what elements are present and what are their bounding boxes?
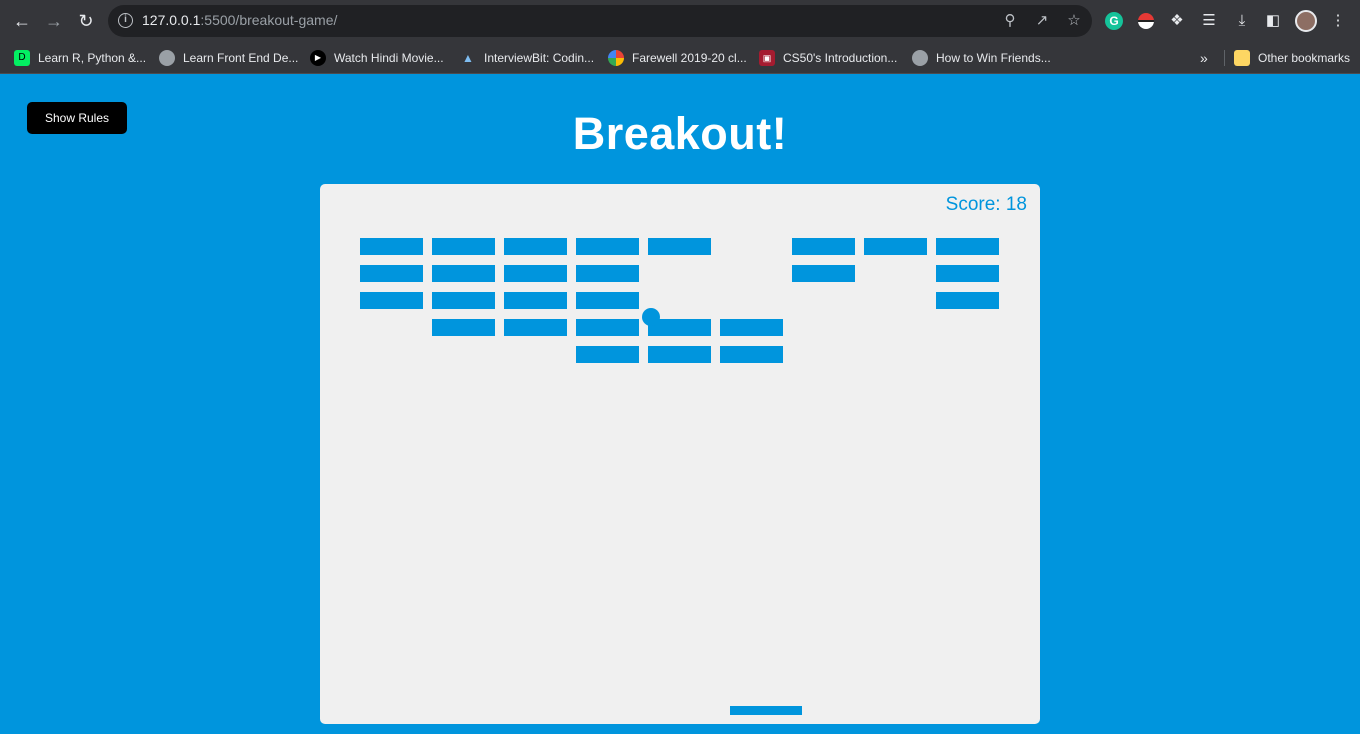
pokeball-extension-icon[interactable] [1138, 13, 1154, 29]
zoom-icon[interactable]: ⚲ [1000, 11, 1020, 31]
extensions-puzzle-icon[interactable]: ❖ [1166, 10, 1188, 32]
brick [360, 265, 423, 282]
brick [936, 265, 999, 282]
bookmark-item[interactable]: ▣ CS50's Introduction... [759, 48, 897, 68]
ball [642, 308, 660, 326]
brick [576, 319, 639, 336]
reload-icon[interactable]: ↻ [74, 9, 98, 33]
globe-icon [159, 50, 175, 66]
brick [576, 238, 639, 255]
other-bookmarks[interactable]: Other bookmarks [1234, 48, 1350, 68]
menu-kebab-icon[interactable]: ⋮ [1327, 10, 1349, 32]
media-queue-icon[interactable]: ☰ [1198, 10, 1220, 32]
score-display: Score: 18 [945, 194, 1027, 215]
bookmark-label: CS50's Introduction... [783, 51, 898, 65]
bookmark-item[interactable]: ▲ InterviewBit: Codin... [460, 48, 594, 68]
bookmark-label: Learn R, Python &... [38, 51, 147, 65]
brick [504, 265, 567, 282]
other-bookmarks-label: Other bookmarks [1258, 51, 1351, 65]
bookmark-item[interactable]: ▶ Watch Hindi Movie... [310, 48, 444, 68]
brick [648, 346, 711, 363]
bookmark-item[interactable]: Farewell 2019-20 cl... [608, 48, 747, 68]
brick [936, 292, 999, 309]
play-icon: ▶ [310, 50, 326, 66]
bookmark-label: Learn Front End De... [183, 51, 299, 65]
more-bookmarks-chevron-icon[interactable]: » [1200, 50, 1208, 66]
bookmark-item[interactable]: D Learn R, Python &... [14, 48, 146, 68]
brick [360, 292, 423, 309]
brick [648, 238, 711, 255]
datacamp-icon: D [14, 50, 30, 66]
brick [432, 292, 495, 309]
address-bar[interactable]: i 127.0.0.1:5500/breakout-game/ ⚲ ↗ ☆ [108, 5, 1092, 37]
brick [360, 238, 423, 255]
brick [576, 292, 639, 309]
bookmarks-bar: D Learn R, Python &... Learn Front End De… [0, 42, 1360, 74]
paddle[interactable] [730, 706, 802, 715]
game-canvas[interactable]: Score: 18 [320, 184, 1040, 724]
bookmark-label: InterviewBit: Codin... [484, 51, 595, 65]
brick [720, 319, 783, 336]
url-host: 127.0.0.1 [142, 12, 201, 28]
brick [576, 346, 639, 363]
photos-pinwheel-icon [608, 50, 624, 66]
brick [432, 319, 495, 336]
bookmark-item[interactable]: Learn Front End De... [159, 48, 298, 68]
brick [504, 238, 567, 255]
download-icon[interactable]: ⤓ [1231, 10, 1253, 32]
brick [936, 238, 999, 255]
bookmark-item[interactable]: How to Win Friends... [912, 48, 1051, 68]
bookmark-label: How to Win Friends... [936, 51, 1051, 65]
brick [432, 265, 495, 282]
url-text[interactable]: 127.0.0.1:5500/breakout-game/ [142, 12, 337, 28]
profile-avatar[interactable] [1295, 10, 1317, 32]
site-info-icon[interactable]: i [118, 13, 133, 28]
brick [432, 238, 495, 255]
brick [576, 265, 639, 282]
brick [504, 292, 567, 309]
brick [504, 319, 567, 336]
side-panel-icon[interactable]: ◧ [1262, 10, 1284, 32]
back-arrow-icon[interactable]: ← [10, 9, 34, 33]
share-icon[interactable]: ↗ [1032, 11, 1052, 31]
forward-arrow-icon[interactable]: → [42, 9, 66, 33]
brick [792, 265, 855, 282]
brick [864, 238, 927, 255]
brick [792, 238, 855, 255]
bookmark-label: Farewell 2019-20 cl... [632, 51, 747, 65]
url-path: :5500/breakout-game/ [200, 12, 338, 28]
browser-toolbar: ← → ↻ i 127.0.0.1:5500/breakout-game/ ⚲ … [0, 0, 1360, 42]
brick [720, 346, 783, 363]
globe-icon [912, 50, 928, 66]
bookmark-star-icon[interactable]: ☆ [1064, 11, 1084, 31]
folder-icon [1234, 50, 1250, 66]
bookmarks-divider [1224, 50, 1225, 66]
harvard-shield-icon: ▣ [759, 50, 775, 66]
interviewbit-icon: ▲ [462, 51, 474, 65]
page-title: Breakout! [572, 108, 788, 159]
bookmark-label: Watch Hindi Movie... [334, 51, 444, 65]
grammarly-icon[interactable]: G [1105, 12, 1123, 30]
